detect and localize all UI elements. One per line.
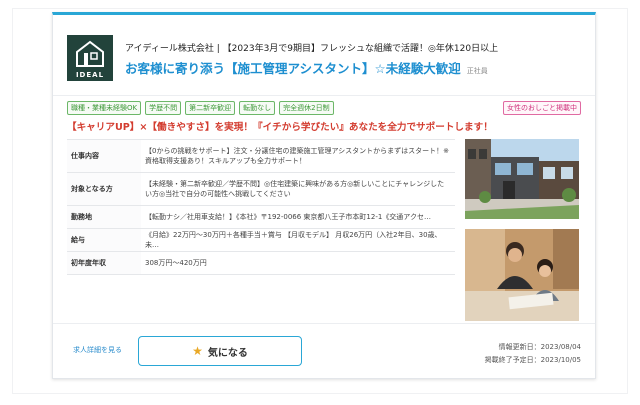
- row-label: 給与: [67, 228, 141, 252]
- house-logo-icon: [76, 40, 104, 67]
- divider: [53, 323, 595, 324]
- employment-type: 正社員: [466, 67, 488, 75]
- table-row: 初年度年収 308万円〜420万円: [67, 251, 455, 275]
- tag: 完全週休2日制: [279, 101, 334, 115]
- job-info-table: 仕事内容 【0からの挑戦をサポート】注文・分譲住宅の建築施工管理アシスタントから…: [67, 139, 455, 275]
- catch-copy: 【キャリアUP】×【働きやすさ】を実現！『イチから学びたい』あなたを全力でサポー…: [67, 122, 493, 133]
- row-label: 勤務地: [67, 205, 141, 229]
- staff-image: [465, 229, 579, 321]
- row-value: 【転勤ナシ／社用車支給！】《本社》〒192-0066 東京都八王子市本町12-1…: [141, 205, 455, 229]
- tag: 第二新卒歓迎: [185, 101, 236, 115]
- row-label: 対象となる方: [67, 172, 141, 206]
- table-row: 対象となる方 【未経験・第二新卒歓迎／学歴不問】◎住宅建築に興味がある方◎新しい…: [67, 172, 455, 206]
- job-header: IDEAL アイディール株式会社 | 【2023年3月で9期目】フレッシュな組織…: [67, 25, 581, 89]
- tag: 職種・業種未経験OK: [67, 101, 142, 115]
- feature-tags: 職種・業種未経験OK 学歴不問 第二新卒歓迎 転勤なし 完全週休2日制: [67, 101, 334, 115]
- row-label: 仕事内容: [67, 139, 141, 173]
- row-value: 308万円〜420万円: [141, 251, 455, 275]
- table-row: 勤務地 【転勤ナシ／社用車支給！】《本社》〒192-0066 東京都八王子市本町…: [67, 205, 455, 229]
- row-value: 【未経験・第二新卒歓迎／学歴不問】◎住宅建築に興味がある方◎新しいことにチャレン…: [141, 172, 455, 206]
- tag: 学歴不問: [145, 101, 182, 115]
- house-image: [465, 139, 579, 219]
- star-icon: ★: [192, 344, 203, 358]
- end-date: 掲載終了予定日：2023/10/05: [484, 356, 581, 364]
- favorite-label: 気になる: [207, 347, 248, 359]
- row-label: 初年度年収: [67, 251, 141, 275]
- row-value: 【0からの挑戦をサポート】注文・分譲住宅の建築施工管理アシスタントからまずはスタ…: [141, 139, 455, 173]
- posting-dates: 情報更新日：2023/08/04 掲載終了予定日：2023/10/05: [485, 341, 581, 367]
- updated-date: 情報更新日：2023/08/04: [498, 343, 581, 351]
- table-row: 給与 《月給》22万円〜30万円＋各種手当＋賞与 【月収モデル】 月収26万円（…: [67, 228, 455, 252]
- house-photo: [465, 139, 579, 219]
- company-line: アイディール株式会社 | 【2023年3月で9期目】フレッシュな組織で活躍！◎年…: [125, 44, 499, 54]
- women-jobs-badge: 女性のおしごと掲載中: [503, 101, 581, 115]
- job-title-text[interactable]: お客様に寄り添う【施工管理アシスタント】☆未経験大歓迎: [125, 61, 461, 76]
- staff-photo: [465, 229, 579, 321]
- table-row: 仕事内容 【0からの挑戦をサポート】注文・分譲住宅の建築施工管理アシスタントから…: [67, 139, 455, 173]
- logo-text: IDEAL: [75, 71, 105, 79]
- company-logo[interactable]: IDEAL: [67, 35, 113, 81]
- row-value: 《月給》22万円〜30万円＋各種手当＋賞与 【月収モデル】 月収26万円（入社2…: [141, 228, 455, 252]
- divider: [53, 95, 595, 96]
- tag: 転勤なし: [239, 101, 276, 115]
- job-detail-link[interactable]: 求人詳細を見る: [73, 345, 122, 355]
- job-title[interactable]: お客様に寄り添う【施工管理アシスタント】☆未経験大歓迎 正社員: [125, 58, 488, 77]
- job-card: IDEAL アイディール株式会社 | 【2023年3月で9期目】フレッシュな組織…: [52, 12, 596, 379]
- favorite-button[interactable]: ★ 気になる: [138, 336, 302, 366]
